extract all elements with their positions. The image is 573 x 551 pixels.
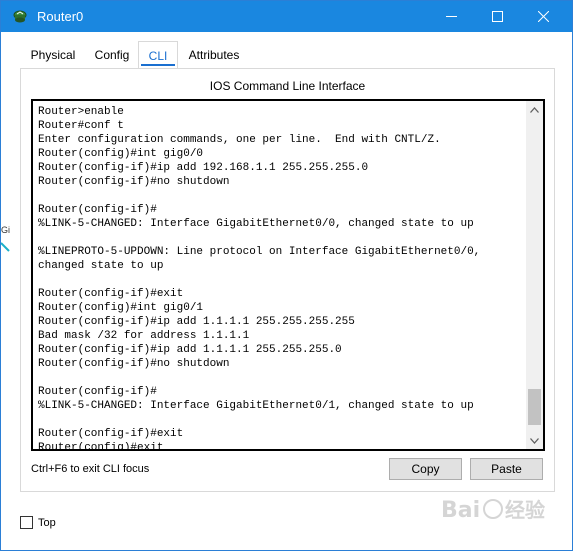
terminal-line: Router(config-if)#ip add 1.1.1.1 255.255…	[38, 344, 342, 356]
watermark-logo: Bai 经验	[441, 489, 571, 529]
top-checkbox-label: Top	[38, 517, 56, 529]
tab-attributes[interactable]: Attributes	[180, 41, 248, 69]
terminal-output[interactable]: Router>enable Router#conf t Enter configur…	[38, 105, 523, 451]
terminal-line: %LINK-5-CHANGED: Interface GigabitEthern…	[38, 218, 474, 230]
svg-text:Bai: Bai	[441, 498, 480, 523]
terminal-line: Bad mask /32 for address 1.1.1.1	[38, 330, 250, 342]
top-checkbox[interactable]	[20, 516, 33, 529]
terminal-line: changed state to up	[38, 260, 164, 272]
terminal-line: Router(config-if)#	[38, 204, 157, 216]
background-device-strip: Gi	[0, 201, 11, 261]
maximize-button[interactable]	[474, 1, 520, 32]
terminal-line: Router(config-if)#no shutdown	[38, 176, 230, 188]
title-bar[interactable]: Router0	[1, 1, 572, 32]
terminal-line: Router(config)#int gig0/1	[38, 302, 204, 314]
window-title: Router0	[37, 9, 84, 24]
paste-button[interactable]: Paste	[470, 458, 543, 480]
scroll-down-arrow-icon[interactable]	[526, 432, 543, 449]
terminal-line: %LINEPROTO-5-UPDOWN: Line protocol on In…	[38, 246, 481, 258]
terminal-line: Router(config)#exit	[38, 442, 164, 451]
tab-cli-label: CLI	[148, 49, 168, 63]
terminal-line: Enter configuration commands, one per li…	[38, 134, 441, 146]
cli-terminal[interactable]: Router>enable Router#conf t Enter configur…	[31, 99, 545, 451]
terminal-line: %LINK-5-CHANGED: Interface GigabitEthern…	[38, 400, 474, 412]
close-button[interactable]	[520, 1, 566, 32]
terminal-line: Router(config)#int gig0/0	[38, 148, 204, 160]
copy-button[interactable]: Copy	[389, 458, 462, 480]
active-tab-indicator	[141, 64, 175, 66]
router-window: Router0 Gi Physical Config CLI Attribute…	[0, 0, 573, 551]
scroll-up-arrow-icon[interactable]	[526, 101, 543, 118]
router-app-icon	[12, 9, 28, 24]
terminal-line: Router(config-if)#	[38, 386, 157, 398]
tab-bar: Physical Config CLI Attributes	[20, 41, 555, 69]
scrollbar-thumb[interactable]	[528, 389, 541, 425]
tab-cli[interactable]: CLI	[138, 41, 178, 69]
svg-text:Gi: Gi	[1, 225, 10, 235]
terminal-line: Router>enable	[38, 106, 124, 118]
svg-text:经验: 经验	[505, 498, 545, 522]
terminal-line: Router(config-if)#exit	[38, 288, 184, 300]
minimize-button[interactable]	[428, 1, 474, 32]
tab-physical[interactable]: Physical	[20, 41, 86, 69]
panel-title: IOS Command Line Interface	[209, 79, 366, 93]
tab-config[interactable]: Config	[86, 41, 138, 69]
terminal-line: Router(config-if)#ip add 1.1.1.1 255.255…	[38, 316, 355, 328]
terminal-line: Router(config-if)#no shutdown	[38, 358, 230, 370]
cli-focus-hint: Ctrl+F6 to exit CLI focus	[31, 463, 150, 475]
terminal-line: Router(config-if)#exit	[38, 428, 184, 440]
terminal-line: Router#conf t	[38, 120, 124, 132]
terminal-scrollbar[interactable]	[526, 101, 543, 449]
terminal-line: Router(config-if)#ip add 192.168.1.1 255…	[38, 162, 369, 174]
